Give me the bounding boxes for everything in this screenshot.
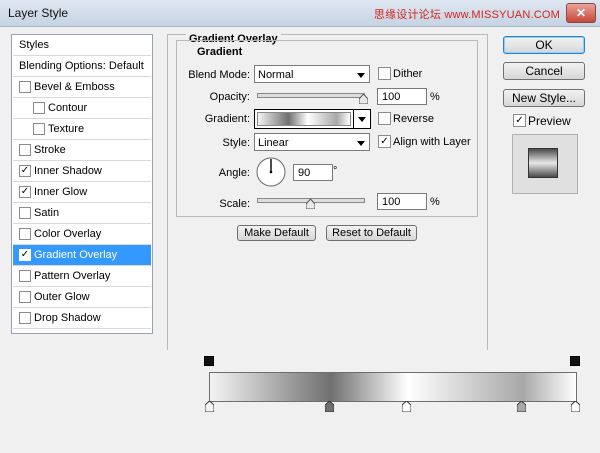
- style-item-label: Inner Glow: [34, 186, 88, 198]
- opacity-unit: %: [430, 91, 440, 103]
- opacity-input[interactable]: 100: [377, 88, 427, 105]
- style-item-label: Inner Shadow: [34, 165, 102, 177]
- style-item-label: Pattern Overlay: [34, 270, 111, 282]
- style-item-stroke[interactable]: Stroke: [13, 140, 151, 161]
- chevron-down-icon: [357, 73, 365, 78]
- align-label: Align with Layer: [393, 136, 471, 148]
- style-label: Style:: [222, 137, 250, 149]
- checkbox[interactable]: [19, 228, 31, 240]
- preview-checkbox[interactable]: ✓: [513, 114, 526, 127]
- style-item-color-overlay[interactable]: Color Overlay: [13, 224, 151, 245]
- color-stop[interactable]: [325, 401, 335, 412]
- angle-input[interactable]: 90: [293, 164, 333, 181]
- style-item-label: Contour: [48, 102, 88, 114]
- style-item-label: Outer Glow: [34, 291, 90, 303]
- checkbox[interactable]: [19, 144, 31, 156]
- scale-unit: %: [430, 196, 440, 208]
- color-stop[interactable]: [517, 401, 527, 412]
- style-item-label: Drop Shadow: [34, 312, 101, 324]
- style-item-inner-glow[interactable]: ✓ Inner Glow: [13, 182, 151, 203]
- opacity-slider-thumb[interactable]: [358, 94, 368, 104]
- checkbox[interactable]: [19, 291, 31, 303]
- scale-slider-thumb[interactable]: [305, 199, 315, 209]
- style-item-label: Satin: [34, 207, 60, 219]
- reset-default-button[interactable]: Reset to Default: [326, 225, 417, 241]
- style-item-label: Gradient Overlay: [34, 249, 118, 261]
- checkbox[interactable]: [33, 102, 45, 114]
- style-item-drop-shadow[interactable]: Drop Shadow: [13, 308, 151, 329]
- checkbox[interactable]: [19, 270, 31, 282]
- checkbox[interactable]: ✓: [19, 249, 31, 261]
- gradient-ramp[interactable]: [209, 372, 577, 402]
- style-value: Linear: [258, 137, 289, 149]
- styles-header[interactable]: Styles: [13, 35, 151, 56]
- style-item-gradient-overlay[interactable]: ✓ Gradient Overlay: [13, 245, 151, 266]
- chevron-down-icon: [357, 141, 365, 146]
- reverse-checkbox[interactable]: [378, 112, 391, 125]
- color-stop[interactable]: [570, 401, 580, 412]
- opacity-stop[interactable]: [570, 356, 580, 366]
- preview-swatch: [528, 148, 558, 178]
- group-title: Gradient: [194, 46, 246, 58]
- reverse-label: Reverse: [393, 113, 434, 125]
- style-item-texture[interactable]: Texture: [13, 119, 151, 140]
- color-stop[interactable]: [204, 401, 214, 412]
- style-item-pattern-overlay[interactable]: Pattern Overlay: [13, 266, 151, 287]
- angle-dial[interactable]: [255, 156, 287, 188]
- checkbox[interactable]: ✓: [19, 186, 31, 198]
- new-style-button[interactable]: New Style...: [503, 89, 585, 107]
- color-stop[interactable]: [402, 401, 412, 412]
- gradient-swatch[interactable]: [257, 112, 351, 126]
- style-item-inner-shadow[interactable]: ✓ Inner Shadow: [13, 161, 151, 182]
- style-item-bevel-emboss[interactable]: Bevel & Emboss: [13, 77, 151, 98]
- checkbox[interactable]: [19, 81, 31, 93]
- scale-input[interactable]: 100: [377, 193, 427, 210]
- opacity-slider[interactable]: [257, 93, 365, 98]
- style-item-label: Bevel & Emboss: [34, 81, 115, 93]
- style-item-outer-glow[interactable]: Outer Glow: [13, 287, 151, 308]
- cancel-button[interactable]: Cancel: [503, 62, 585, 80]
- gradient-picker[interactable]: [254, 109, 371, 129]
- make-default-button[interactable]: Make Default: [237, 225, 316, 241]
- ok-button[interactable]: OK: [503, 36, 585, 54]
- scale-label: Scale:: [219, 198, 250, 210]
- angle-unit: °: [333, 165, 338, 177]
- align-checkbox[interactable]: ✓: [378, 135, 391, 148]
- style-item-label: Texture: [48, 123, 85, 135]
- dither-checkbox[interactable]: [378, 67, 391, 80]
- style-item-satin[interactable]: Satin: [13, 203, 151, 224]
- preview-label: Preview: [528, 114, 571, 128]
- watermark-text: 思缘设计论坛 www.MISSYUAN.COM: [373, 9, 560, 21]
- dither-label: Dither: [393, 68, 423, 80]
- opacity-stop[interactable]: [204, 356, 214, 366]
- blend-mode-label: Blend Mode:: [188, 69, 250, 81]
- gradient-label: Gradient:: [204, 113, 250, 125]
- style-item-label: Stroke: [34, 144, 66, 156]
- chevron-down-icon: [358, 117, 366, 122]
- blend-mode-value: Normal: [258, 69, 294, 81]
- window-title: Layer Style: [8, 6, 69, 20]
- styles-list: Styles Blending Options: Default Bevel &…: [11, 34, 153, 334]
- gradient-dropdown-button[interactable]: [353, 110, 370, 128]
- checkbox[interactable]: [33, 123, 45, 135]
- blending-options-item[interactable]: Blending Options: Default: [13, 56, 151, 77]
- opacity-label: Opacity:: [209, 91, 250, 103]
- blend-mode-select[interactable]: Normal: [254, 65, 370, 83]
- style-item-label: Color Overlay: [34, 228, 102, 240]
- style-item-contour[interactable]: Contour: [13, 98, 151, 119]
- angle-label: Angle:: [218, 167, 250, 179]
- checkbox[interactable]: [19, 312, 31, 324]
- style-select[interactable]: Linear: [254, 133, 370, 151]
- checkbox[interactable]: ✓: [19, 165, 31, 177]
- checkbox[interactable]: [19, 207, 31, 219]
- close-button[interactable]: ✕: [566, 3, 596, 23]
